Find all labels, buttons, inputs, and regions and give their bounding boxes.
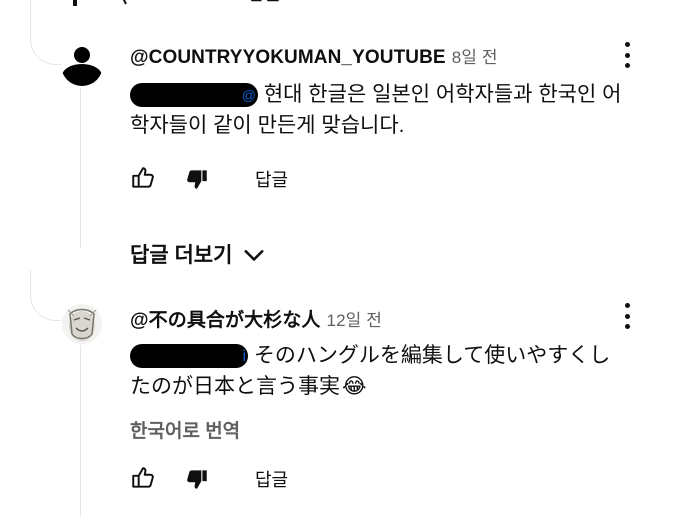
like-icon[interactable] [130, 465, 156, 491]
mention-link[interactable]: @ [242, 80, 256, 111]
reply-button[interactable]: 답글 [255, 466, 288, 492]
comment-author[interactable]: @不の具合が大杉な人 12일 전 [130, 305, 382, 332]
comment-text: @ 현대 한글은 일본인 어학자들과 한국인 어 학자들이 같이 만든게 맞습니… [130, 79, 670, 141]
comment-text-line: i そのハングルを編集して使いやすくし [130, 340, 670, 371]
reply-button[interactable]: 답글 [248, 0, 281, 6]
thread-curve [30, 0, 67, 65]
more-vert-icon[interactable] [623, 303, 631, 329]
author-handle[interactable]: @不の具合が大杉な人 [130, 310, 321, 331]
like-icon[interactable] [130, 165, 156, 191]
comment-text-part: 현대 한글은 일본인 어학자들과 한국인 어 [258, 83, 622, 106]
dislike-icon[interactable] [116, 0, 140, 8]
comment-timestamp[interactable]: 12일 전 [327, 311, 382, 330]
thread-line [80, 88, 81, 248]
dislike-icon[interactable] [184, 466, 210, 492]
previous-action-bar: 답글 [70, 0, 310, 8]
comment-author[interactable]: @COUNTRYYOKUMAN_YOUTUBE 8일 전 [130, 43, 498, 69]
comment-text-line: たのが日本と言う事実😂 [130, 371, 670, 402]
mention-link[interactable]: i [242, 341, 246, 372]
avatar-image [62, 304, 102, 344]
redacted-mention: i [130, 344, 248, 369]
reply-button[interactable]: 답글 [255, 166, 288, 192]
like-icon[interactable] [70, 0, 94, 8]
comment-text-part: たのが日本と言う事実 [130, 375, 340, 398]
emoji: 😂 [342, 375, 367, 398]
comment-text: i そのハングルを編集して使いやすくし たのが日本と言う事実😂 [130, 340, 670, 402]
thread-line [80, 345, 81, 516]
comment-text-line: 학자들이 같이 만든게 맞습니다. [130, 114, 405, 137]
author-handle[interactable]: @COUNTRYYOKUMAN_YOUTUBE [130, 47, 446, 68]
dislike-icon[interactable] [184, 166, 210, 192]
more-vert-icon[interactable] [623, 42, 631, 68]
more-replies-label: 답글 더보기 [130, 244, 233, 267]
comment-text-part: そのハングルを編集して使いやすくし [248, 344, 611, 367]
chevron-down-icon [244, 250, 264, 261]
comment-text-line: @ 현대 한글은 일본인 어학자들과 한국인 어 [130, 79, 670, 110]
avatar-image [61, 44, 103, 86]
translate-button[interactable]: 한국어로 번역 [130, 416, 240, 443]
avatar[interactable] [62, 304, 102, 344]
more-replies-button[interactable]: 답글 더보기 [130, 238, 268, 270]
thread-curve [30, 270, 61, 321]
redacted-mention: @ [130, 83, 258, 108]
avatar[interactable] [61, 44, 103, 86]
comment-timestamp[interactable]: 8일 전 [452, 48, 498, 67]
